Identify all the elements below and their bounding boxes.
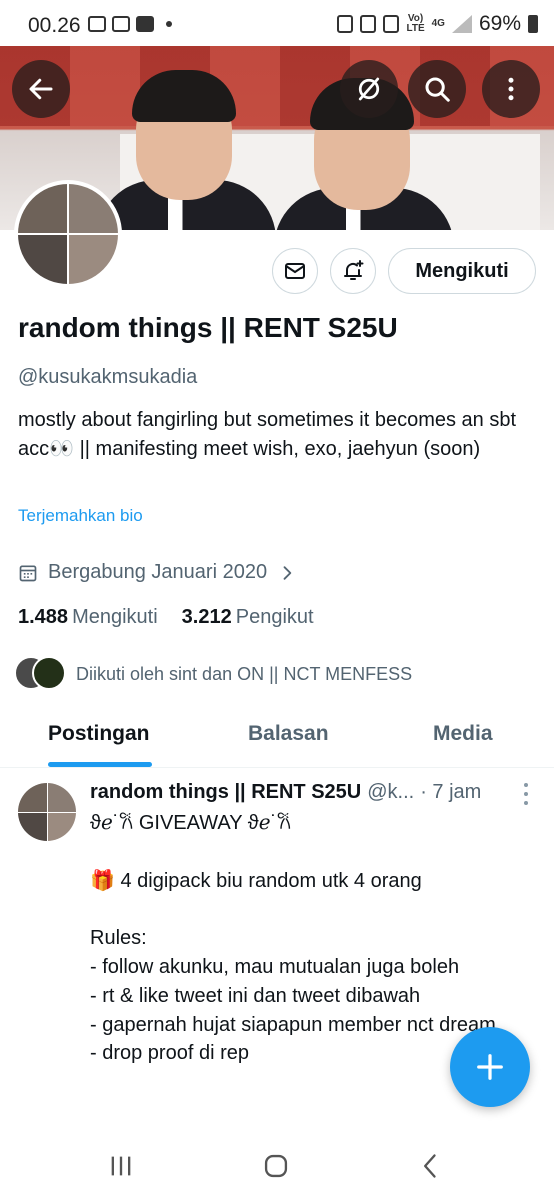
followed-by-text: Diikuti oleh sint dan ON || NCT MENFESS — [76, 663, 413, 684]
grok-button[interactable] — [340, 60, 398, 118]
back-button[interactable] — [12, 60, 70, 118]
followers-label: Pengikut — [235, 606, 314, 628]
more-button[interactable] — [482, 60, 540, 118]
status-bar: 00.26 Vo) LTE 4G 69% — [0, 0, 554, 46]
post-header: random things || RENT S25U @k... · 7 jam — [90, 781, 481, 804]
post-author-handle: @k... — [367, 781, 415, 803]
follow-counts: 1.488 Mengikuti 3.212 Pengikut — [18, 606, 314, 629]
home-button[interactable] — [261, 1151, 291, 1181]
system-icons: Vo) LTE 4G 69% — [337, 12, 538, 36]
vibrate-icon — [383, 15, 400, 33]
arrow-left-icon — [29, 78, 53, 100]
joined-text: Bergabung Januari 2020 — [48, 561, 268, 583]
profile-avatar[interactable] — [14, 180, 122, 288]
post-text: ϑℯ˙𐙚 GIVEAWAY ϑℯ˙𐙚 🎁 4 digipack biu rand… — [90, 812, 496, 1065]
joined-date[interactable]: Bergabung Januari 2020 — [18, 561, 297, 584]
calendar-icon — [19, 565, 37, 581]
following-label: Mengikuti — [72, 606, 158, 628]
compose-button[interactable] — [450, 1027, 530, 1107]
tab-posts[interactable]: Postingan — [48, 722, 150, 746]
post-avatar[interactable] — [18, 783, 76, 841]
status-time: 00.26 — [28, 14, 81, 37]
recents-button[interactable] — [106, 1151, 136, 1181]
system-nav-bar — [0, 1133, 554, 1200]
translate-bio-link[interactable]: Terjemahkan bio — [18, 506, 143, 526]
grok-icon — [358, 77, 380, 101]
recents-icon — [111, 1156, 131, 1176]
battery-percent: 69% — [478, 12, 521, 35]
profile-bio: mostly about fangirling but sometimes it… — [18, 409, 517, 460]
chevron-left-icon — [424, 1154, 436, 1178]
back-nav-button[interactable] — [416, 1151, 446, 1181]
followers-count-link[interactable]: 3.212 Pengikut — [182, 606, 314, 629]
tab-replies[interactable]: Balasan — [248, 722, 329, 746]
message-button[interactable] — [272, 248, 318, 294]
network-type: 4G — [431, 18, 445, 29]
search-button[interactable] — [408, 60, 466, 118]
youtube-icon — [136, 16, 154, 32]
tab-media[interactable]: Media — [433, 722, 493, 746]
signal-icon — [451, 15, 472, 33]
following-count: 1.488 — [18, 606, 69, 628]
notification-icons — [88, 16, 172, 32]
more-vertical-icon — [508, 77, 514, 101]
volte-icon: Vo) LTE — [406, 13, 425, 34]
more-notifications-icon — [166, 21, 172, 27]
followed-by[interactable]: Diikuti oleh sint dan ON || NCT MENFESS — [14, 656, 412, 692]
profile-handle: @kusukakmsukadia — [18, 366, 198, 388]
gallery-icon — [88, 16, 106, 32]
following-button[interactable]: Mengikuti — [388, 248, 536, 294]
banner-person-left — [90, 56, 280, 230]
followed-by-avatars — [14, 656, 68, 692]
display-name: random things || RENT S25U — [18, 312, 398, 343]
chat-icon — [112, 16, 130, 32]
search-icon — [425, 77, 450, 102]
battery-icon — [528, 15, 538, 33]
bell-plus-icon — [344, 260, 364, 280]
app-status-icon — [360, 15, 377, 33]
following-count-link[interactable]: 1.488 Mengikuti — [18, 606, 158, 629]
followers-count: 3.212 — [181, 606, 232, 628]
battery-saver-icon — [337, 15, 354, 33]
active-tab-indicator — [48, 762, 152, 767]
profile-tabs: Postingan Balasan Media — [0, 700, 554, 768]
plus-icon — [477, 1054, 503, 1080]
notify-button[interactable] — [330, 248, 376, 294]
post-more-icon[interactable] — [518, 783, 534, 805]
chevron-right-icon — [283, 565, 292, 580]
home-icon — [264, 1154, 288, 1178]
post-author-name: random things || RENT S25U — [90, 781, 362, 803]
envelope-icon — [285, 263, 305, 279]
post-time: · 7 jam — [420, 781, 482, 803]
